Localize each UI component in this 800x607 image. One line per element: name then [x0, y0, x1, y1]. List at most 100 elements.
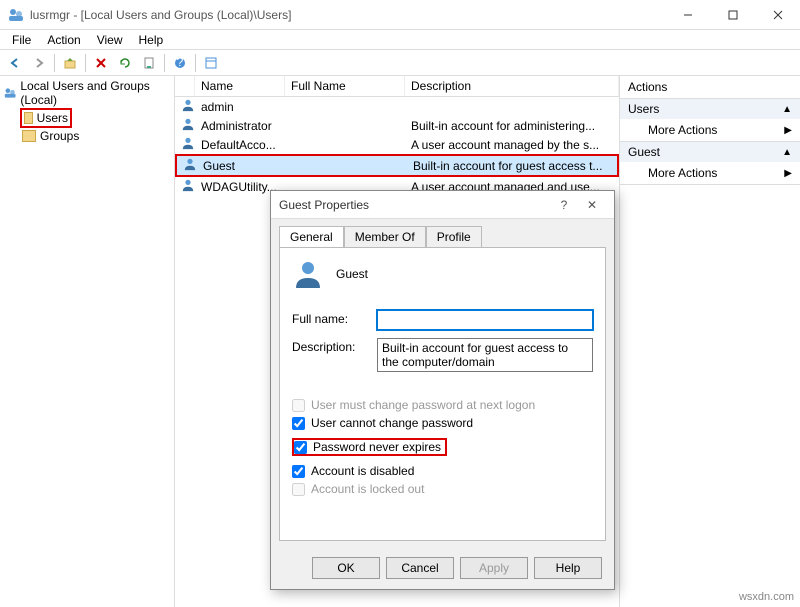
actions-group: Guest▲More Actions▶	[620, 142, 800, 185]
checkbox	[292, 399, 305, 412]
refresh-button[interactable]	[114, 52, 136, 74]
checkbox-label: Account is disabled	[311, 464, 414, 478]
actions-item[interactable]: More Actions▶	[620, 162, 800, 184]
export-button[interactable]	[138, 52, 160, 74]
svg-text:?: ?	[177, 56, 184, 69]
checkbox-row: User must change password at next logon	[292, 398, 593, 412]
checkbox	[292, 483, 305, 496]
checkbox[interactable]	[292, 417, 305, 430]
dialog-close-button[interactable]: ✕	[578, 198, 606, 212]
cancel-button[interactable]: Cancel	[386, 557, 454, 579]
properties-dialog: Guest Properties ? ✕ General Member Of P…	[270, 190, 615, 590]
checkbox-label: User must change password at next logon	[311, 398, 535, 412]
menu-help[interactable]: Help	[131, 31, 172, 49]
actions-item[interactable]: More Actions▶	[620, 119, 800, 141]
dialog-user-name: Guest	[336, 267, 368, 281]
maximize-button[interactable]	[710, 0, 755, 30]
tree-pane[interactable]: Local Users and Groups (Local) Users Gro…	[0, 76, 175, 607]
folder-icon	[22, 130, 36, 142]
cell-fullname	[285, 186, 405, 188]
column-description[interactable]: Description	[405, 76, 619, 96]
user-icon	[181, 117, 195, 131]
checkbox-row[interactable]: Password never expires	[292, 438, 447, 456]
cell-description: Built-in account for guest access t...	[407, 158, 617, 174]
titlebar: lusrmgr - [Local Users and Groups (Local…	[0, 0, 800, 30]
tab-member-of[interactable]: Member Of	[344, 226, 426, 247]
help-button[interactable]: Help	[534, 557, 602, 579]
user-icon	[292, 258, 324, 290]
user-icon	[181, 98, 195, 112]
dialog-help-button[interactable]: ?	[550, 198, 578, 212]
users-group-icon	[4, 86, 16, 100]
cell-name: Administrator	[195, 118, 285, 134]
user-icon	[183, 157, 197, 171]
delete-button[interactable]	[90, 52, 112, 74]
list-row[interactable]: admin	[175, 97, 619, 116]
minimize-button[interactable]	[665, 0, 710, 30]
checkbox-row[interactable]: Account is disabled	[292, 464, 593, 478]
cell-description	[405, 106, 619, 108]
tree-root-label: Local Users and Groups (Local)	[20, 79, 170, 107]
cell-fullname	[285, 106, 405, 108]
tab-page-general: Guest Full name: Description: Built-in a…	[279, 247, 606, 541]
watermark: wsxdn.com	[739, 591, 794, 603]
menu-view[interactable]: View	[89, 31, 131, 49]
chevron-right-icon: ▶	[784, 168, 792, 179]
fullname-input[interactable]	[377, 310, 593, 330]
description-input[interactable]: Built-in account for guest access to the…	[377, 338, 593, 372]
checkbox[interactable]	[294, 441, 307, 454]
actions-group-header[interactable]: Guest▲	[620, 142, 800, 162]
checkbox-label: User cannot change password	[311, 416, 473, 430]
list-row[interactable]: Guest Built-in account for guest access t…	[175, 154, 619, 177]
cell-name: DefaultAcco...	[195, 137, 285, 153]
cell-name: Guest	[197, 158, 287, 174]
up-button[interactable]	[59, 52, 81, 74]
ok-button[interactable]: OK	[312, 557, 380, 579]
tree-item-users[interactable]: Users	[20, 108, 72, 128]
dialog-title-text: Guest Properties	[279, 198, 550, 212]
dialog-button-row: OK Cancel Apply Help	[271, 549, 614, 589]
menu-action[interactable]: Action	[39, 31, 88, 49]
fullname-label: Full name:	[292, 310, 377, 326]
toolbar-separator	[164, 54, 165, 72]
chevron-right-icon: ▶	[784, 125, 792, 136]
actions-pane: Actions Users▲More Actions▶Guest▲More Ac…	[620, 76, 800, 607]
collapse-icon: ▲	[782, 147, 792, 158]
cell-description: A user account managed by the s...	[405, 137, 619, 153]
user-icon	[181, 178, 195, 192]
apply-button[interactable]: Apply	[460, 557, 528, 579]
toolbar-separator	[195, 54, 196, 72]
window-title-text: lusrmgr - [Local Users and Groups (Local…	[30, 8, 665, 22]
actions-group-header[interactable]: Users▲	[620, 99, 800, 119]
tree-item-label: Groups	[40, 129, 79, 143]
close-button[interactable]	[755, 0, 800, 30]
cell-fullname	[287, 165, 407, 167]
window-buttons	[665, 0, 800, 30]
menu-file[interactable]: File	[4, 31, 39, 49]
tab-general[interactable]: General	[279, 226, 344, 247]
back-button[interactable]	[4, 52, 26, 74]
column-fullname[interactable]: Full Name	[285, 76, 405, 96]
dialog-titlebar: Guest Properties ? ✕	[271, 191, 614, 219]
dialog-tabs: General Member Of Profile	[279, 226, 606, 247]
view-button[interactable]	[200, 52, 222, 74]
column-name[interactable]: Name	[195, 76, 285, 96]
user-icon	[181, 136, 195, 150]
checkbox[interactable]	[292, 465, 305, 478]
toolbar-separator	[85, 54, 86, 72]
tab-profile[interactable]: Profile	[426, 226, 482, 247]
list-header: Name Full Name Description	[175, 76, 619, 97]
cell-name: admin	[195, 99, 285, 115]
tree-item-groups[interactable]: Groups	[20, 128, 172, 144]
tree-root[interactable]: Local Users and Groups (Local)	[2, 78, 172, 108]
forward-button[interactable]	[28, 52, 50, 74]
list-row[interactable]: Administrator Built-in account for admini…	[175, 116, 619, 135]
actions-group: Users▲More Actions▶	[620, 99, 800, 142]
list-row[interactable]: DefaultAcco... A user account managed by …	[175, 135, 619, 154]
column-icon[interactable]	[175, 76, 195, 96]
checkbox-row[interactable]: User cannot change password	[292, 416, 593, 430]
cell-description: Built-in account for administering...	[405, 118, 619, 134]
help-button[interactable]: ?	[169, 52, 191, 74]
checkbox-label: Password never expires	[313, 440, 441, 454]
app-icon	[8, 7, 24, 23]
